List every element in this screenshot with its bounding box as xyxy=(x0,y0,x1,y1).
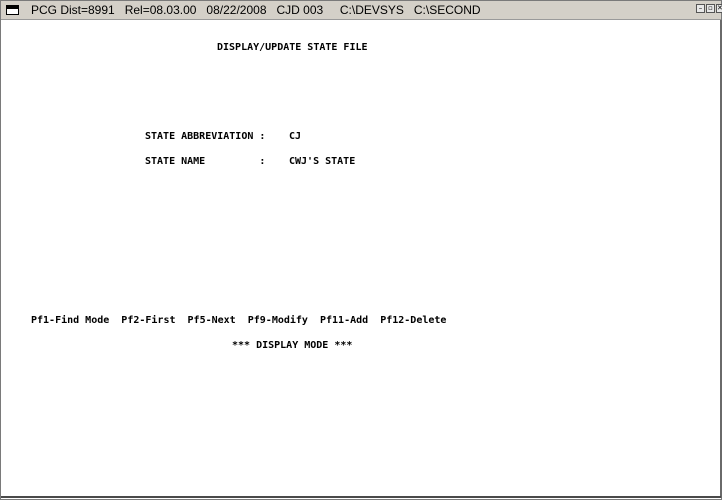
state-abbreviation-label: STATE ABBREVIATION : xyxy=(145,131,266,142)
mode-indicator: *** DISPLAY MODE *** xyxy=(232,340,353,351)
close-icon[interactable]: ✕ xyxy=(716,4,722,13)
state-abbreviation-field[interactable]: CJ xyxy=(289,131,301,143)
screen-heading: DISPLAY/UPDATE STATE FILE xyxy=(217,42,368,53)
window-title: PCG Dist=8991 Rel=08.03.00 08/22/2008 CJ… xyxy=(31,3,481,17)
state-name-field[interactable]: CWJ'S STATE xyxy=(289,156,355,168)
maximize-icon[interactable]: ▫ xyxy=(706,4,715,13)
window-bottom-border xyxy=(1,496,721,498)
terminal-screen[interactable]: DISPLAY/UPDATE STATE FILE STATE ABBREVIA… xyxy=(1,20,721,497)
terminal-window: PCG Dist=8991 Rel=08.03.00 08/22/2008 CJ… xyxy=(0,0,722,500)
terminal-window-icon[interactable] xyxy=(6,5,19,15)
state-name-label: STATE NAME : xyxy=(145,156,266,167)
function-key-bar: Pf1-Find Mode Pf2-First Pf5-Next Pf9-Mod… xyxy=(31,315,447,326)
minimize-icon[interactable]: – xyxy=(696,4,705,13)
title-bar[interactable]: PCG Dist=8991 Rel=08.03.00 08/22/2008 CJ… xyxy=(1,1,722,20)
